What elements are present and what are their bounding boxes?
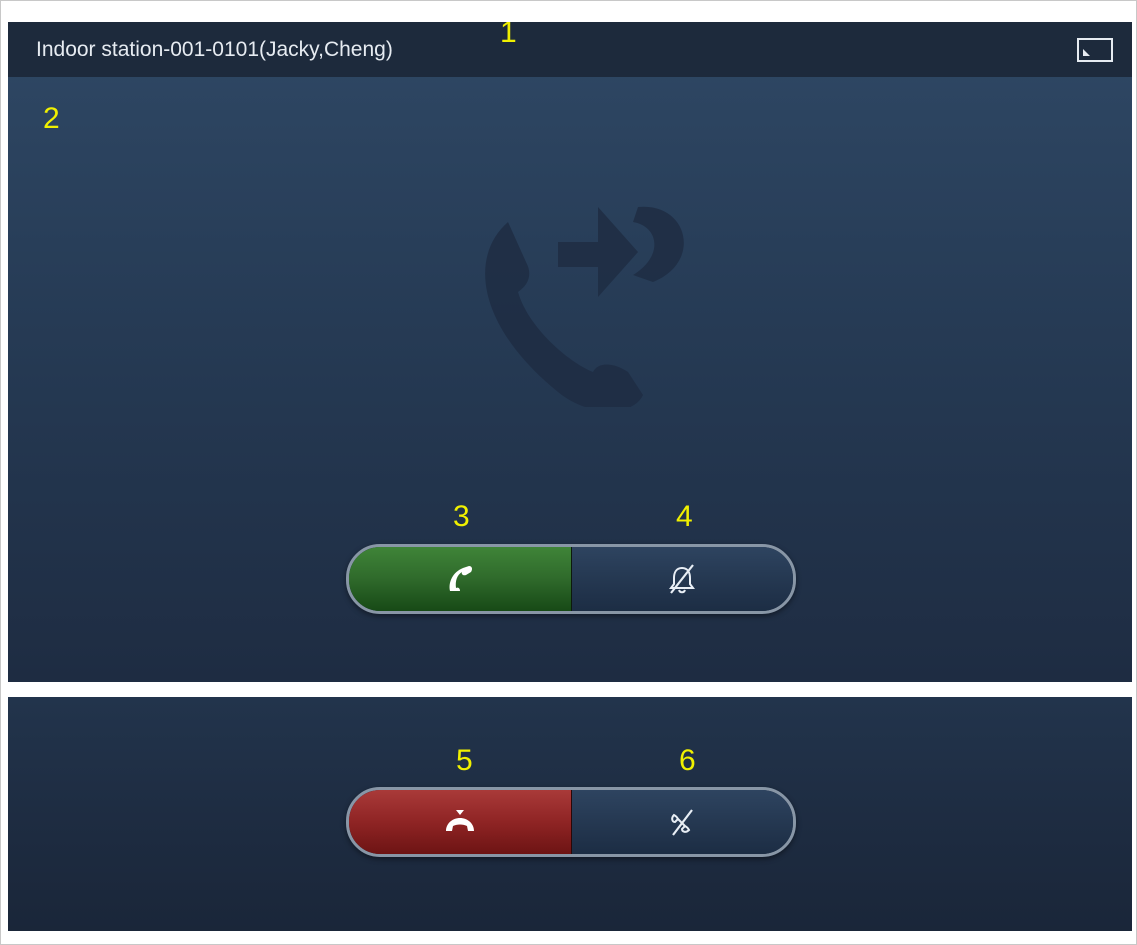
screen-mode-icon[interactable] [1077,38,1113,62]
mic-muted-icon [671,809,694,836]
hang-up-button[interactable] [349,790,572,854]
callout-3: 3 [453,500,470,533]
callout-2: 2 [43,102,60,135]
callout-5: 5 [456,744,473,777]
phone-answer-icon [449,566,472,591]
callout-6: 6 [679,744,696,777]
callout-4: 4 [676,500,693,533]
active-call-controls [346,787,796,857]
incoming-call-screen: Indoor station-001-0101(Jacky,Cheng) 1 2… [8,22,1132,682]
incoming-call-controls [346,544,796,614]
active-call-screen: 5 6 [8,697,1132,931]
caller-title: Indoor station-001-0101(Jacky,Cheng) [36,38,393,61]
answer-button[interactable] [349,547,572,611]
phone-forward-icon [485,206,684,407]
title-bar: Indoor station-001-0101(Jacky,Cheng) [8,22,1132,77]
bell-muted-icon [669,564,696,594]
mute-microphone-button[interactable] [571,790,793,854]
callout-1: 1 [500,22,517,49]
phone-hangup-icon [445,810,474,831]
mute-ringtone-button[interactable] [571,547,793,611]
